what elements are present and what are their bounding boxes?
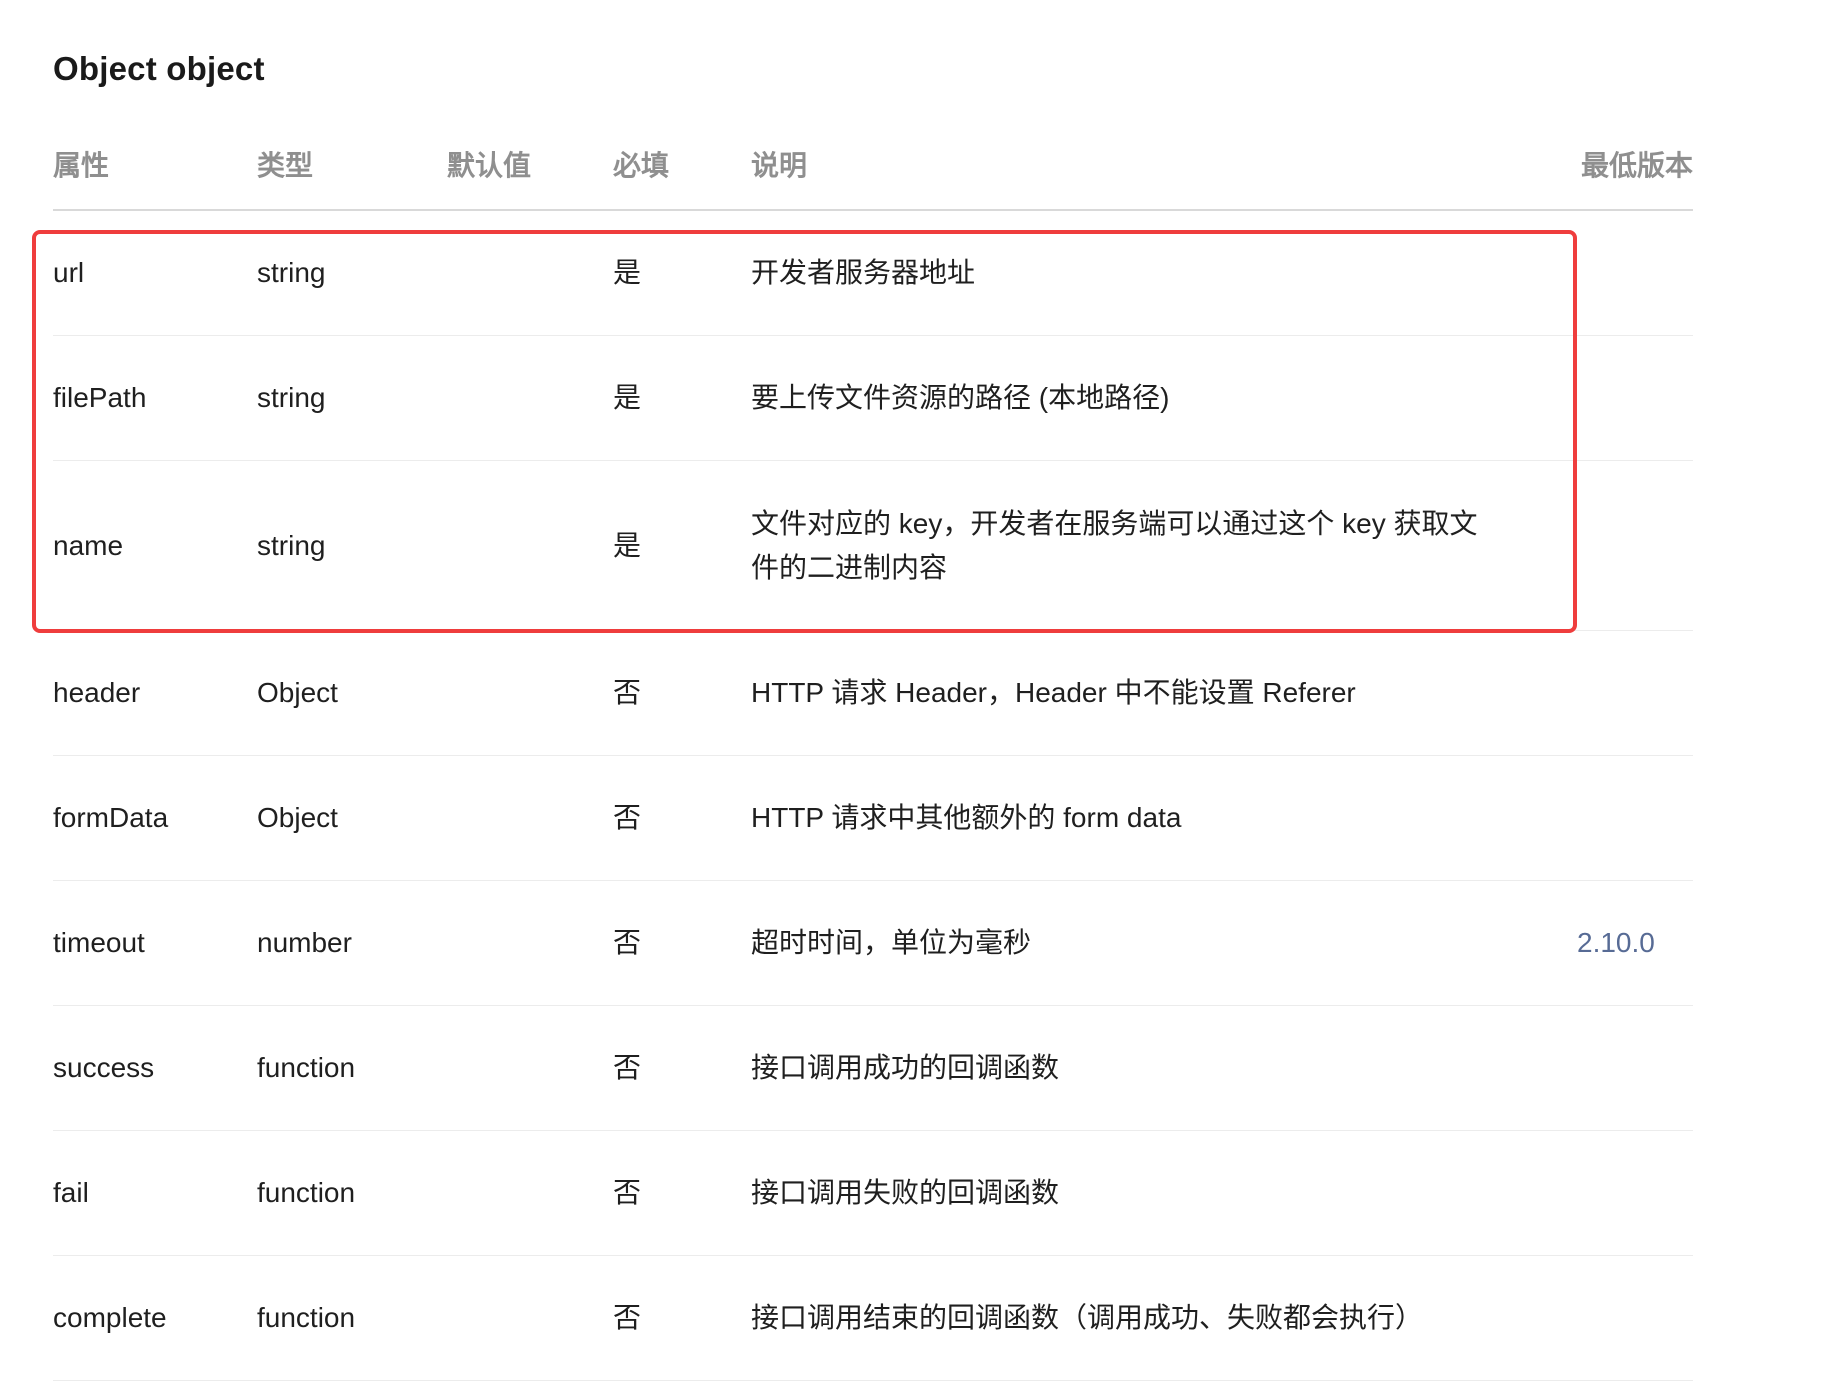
- cell-desc: 接口调用失败的回调函数: [751, 1177, 1060, 1208]
- cell-type: string: [257, 382, 326, 413]
- cell-type: number: [257, 927, 352, 958]
- table-row: complete function 否 接口调用结束的回调函数（调用成功、失败都…: [53, 1256, 1693, 1381]
- cell-attr: header: [53, 677, 141, 708]
- cell-required: 否: [613, 1052, 642, 1083]
- cell-attr: fail: [53, 1177, 89, 1208]
- table-row: timeout number 否 超时时间，单位为毫秒 2.10.0: [53, 881, 1693, 1006]
- cell-version[interactable]: [1577, 1131, 1693, 1255]
- cell-attr: complete: [53, 1302, 167, 1333]
- cell-default: [447, 1131, 607, 1255]
- cell-version[interactable]: [1577, 631, 1693, 755]
- cell-attr: success: [53, 1052, 155, 1083]
- cell-required: 否: [613, 1177, 642, 1208]
- table-row: header Object 否 HTTP 请求 Header，Header 中不…: [53, 631, 1693, 756]
- cell-attr: name: [53, 529, 124, 561]
- cell-attr: filePath: [53, 382, 147, 413]
- cell-required: 否: [613, 677, 642, 708]
- cell-attr: url: [53, 257, 85, 288]
- cell-type: Object: [257, 677, 338, 708]
- table-row: url string 是 开发者服务器地址: [53, 211, 1693, 336]
- cell-desc: 开发者服务器地址: [751, 257, 976, 288]
- table-row: success function 否 接口调用成功的回调函数: [53, 1006, 1693, 1131]
- cell-type: string: [257, 257, 326, 288]
- header-desc: 说明: [751, 149, 808, 181]
- cell-type: function: [257, 1177, 356, 1208]
- cell-required: 否: [613, 802, 642, 833]
- cell-desc: 文件对应的 key，开发者在服务端可以通过这个 key 获取文件的二进制内容: [751, 507, 1478, 583]
- cell-version[interactable]: [1577, 336, 1693, 460]
- cell-desc: HTTP 请求中其他额外的 form data: [751, 802, 1182, 833]
- section-title: Object object: [53, 50, 265, 87]
- cell-version[interactable]: [1577, 1006, 1693, 1130]
- header-default: 默认值: [447, 149, 532, 181]
- cell-required: 否: [613, 1302, 642, 1333]
- header-type: 类型: [257, 149, 314, 181]
- param-table: 属性 类型 默认值 必填 说明 最低版本 url string 是 开发者服务器…: [53, 130, 1693, 1381]
- cell-default: [447, 461, 607, 630]
- cell-type: function: [257, 1302, 356, 1333]
- table-row: fail function 否 接口调用失败的回调函数: [53, 1131, 1693, 1256]
- table-header-row: 属性 类型 默认值 必填 说明 最低版本: [53, 130, 1693, 211]
- cell-version[interactable]: [1577, 756, 1693, 880]
- cell-type: string: [257, 529, 326, 561]
- cell-default: [447, 756, 607, 880]
- version-link[interactable]: 2.10.0: [1577, 881, 1693, 1005]
- header-version: 最低版本: [1580, 149, 1693, 181]
- cell-required: 是: [613, 382, 642, 413]
- cell-default: [447, 211, 607, 335]
- cell-desc: 接口调用成功的回调函数: [751, 1052, 1060, 1083]
- cell-default: [447, 881, 607, 1005]
- cell-version[interactable]: [1577, 1256, 1693, 1380]
- cell-desc: HTTP 请求 Header，Header 中不能设置 Referer: [751, 677, 1356, 708]
- table-row: name string 是 文件对应的 key，开发者在服务端可以通过这个 ke…: [53, 461, 1693, 631]
- cell-default: [447, 1256, 607, 1380]
- cell-desc: 超时时间，单位为毫秒: [751, 927, 1032, 958]
- header-attr: 属性: [53, 149, 110, 181]
- cell-required: 是: [613, 529, 642, 561]
- cell-attr: timeout: [53, 927, 145, 958]
- cell-type: function: [257, 1052, 356, 1083]
- cell-version[interactable]: [1577, 461, 1693, 630]
- header-required: 必填: [613, 149, 670, 181]
- cell-required: 否: [613, 927, 642, 958]
- cell-default: [447, 631, 607, 755]
- cell-attr: formData: [53, 802, 169, 833]
- table-row: formData Object 否 HTTP 请求中其他额外的 form dat…: [53, 756, 1693, 881]
- cell-default: [447, 336, 607, 460]
- cell-desc: 接口调用结束的回调函数（调用成功、失败都会执行）: [751, 1302, 1424, 1333]
- cell-type: Object: [257, 802, 338, 833]
- cell-default: [447, 1006, 607, 1130]
- cell-desc: 要上传文件资源的路径 (本地路径): [751, 382, 1170, 413]
- table-row: filePath string 是 要上传文件资源的路径 (本地路径): [53, 336, 1693, 461]
- cell-version[interactable]: [1577, 211, 1693, 335]
- cell-required: 是: [613, 257, 642, 288]
